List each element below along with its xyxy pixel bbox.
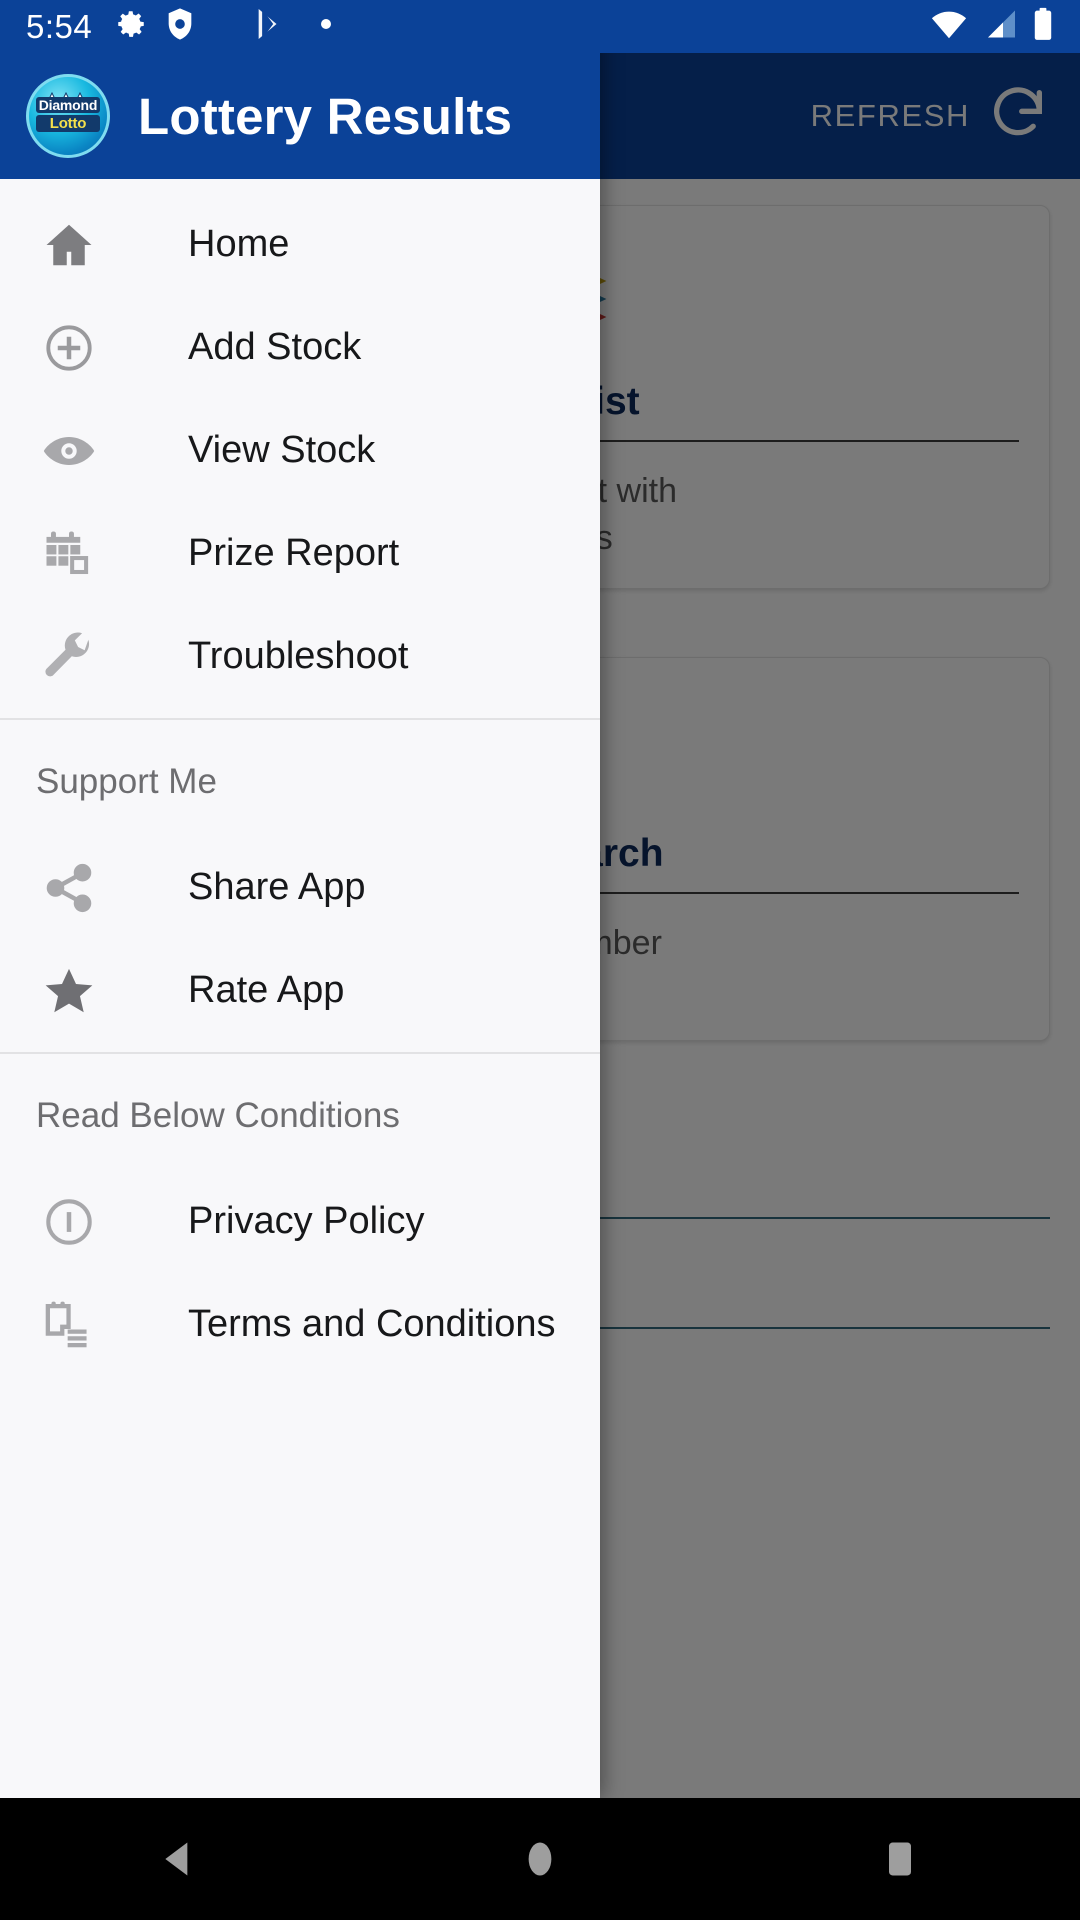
sidebar-item-privacy-policy[interactable]: Privacy Policy	[0, 1170, 600, 1273]
calendar-grid-icon	[36, 527, 102, 581]
app-logo-icon: Diamond Lotto	[26, 74, 110, 158]
sidebar-item-label: Home	[188, 223, 290, 265]
sidebar-item-label: View Stock	[188, 429, 376, 471]
sidebar-item-troubleshoot[interactable]: Troubleshoot	[0, 605, 600, 708]
sidebar-item-rate-app[interactable]: Rate App	[0, 939, 600, 1042]
status-system-icons	[930, 7, 1054, 46]
sidebar-item-prize-report[interactable]: Prize Report	[0, 502, 600, 605]
status-notification-icons	[114, 7, 333, 46]
section-header-support: Support Me	[36, 762, 217, 801]
sidebar-item-view-stock[interactable]: View Stock	[0, 399, 600, 502]
sidebar-item-add-stock[interactable]: Add Stock	[0, 296, 600, 399]
drawer-menu: Home Add Stock View Stock Prize Report T…	[0, 179, 600, 1798]
wifi-icon	[930, 8, 968, 45]
back-button[interactable]	[90, 1798, 270, 1920]
battery-icon	[1032, 7, 1054, 46]
star-icon	[36, 963, 102, 1019]
info-circle-icon	[36, 1195, 102, 1249]
shield-icon	[165, 7, 195, 46]
share-icon	[36, 861, 102, 915]
sidebar-item-label: Prize Report	[188, 532, 400, 574]
sidebar-item-label: Rate App	[188, 969, 345, 1011]
status-time: 5:54	[26, 8, 93, 45]
sidebar-item-label: Troubleshoot	[188, 635, 409, 677]
logo-line-one: Diamond	[35, 96, 101, 113]
sidebar-item-share-app[interactable]: Share App	[0, 836, 600, 939]
section-header-conditions: Read Below Conditions	[36, 1096, 400, 1135]
sidebar-item-label: Terms and Conditions	[188, 1303, 556, 1345]
cellular-signal-icon	[982, 8, 1018, 45]
status-bar: 5:54	[0, 0, 1080, 53]
logo-line-two: Lotto	[35, 114, 101, 132]
clipboard-list-icon	[36, 1298, 102, 1352]
eye-icon	[36, 423, 102, 479]
home-button[interactable]	[450, 1798, 630, 1920]
sidebar-item-home[interactable]: Home	[0, 193, 600, 296]
sidebar-item-label: Add Stock	[188, 326, 362, 368]
dot-icon	[319, 17, 333, 36]
recents-button[interactable]	[810, 1798, 990, 1920]
sidebar-item-label: Privacy Policy	[188, 1200, 425, 1242]
navigation-drawer: Diamond Lotto Lottery Results Home Add S…	[0, 0, 600, 1798]
play-store-icon	[254, 7, 286, 46]
home-icon	[36, 218, 102, 272]
plus-circle-icon	[36, 321, 102, 375]
sidebar-item-label: Share App	[188, 866, 366, 908]
android-nav-bar	[0, 1798, 1080, 1920]
wrench-icon	[36, 629, 102, 685]
sidebar-item-terms-conditions[interactable]: Terms and Conditions	[0, 1273, 600, 1376]
gear-icon	[114, 7, 148, 46]
phone-screen: REFRESH Result List See result list with…	[0, 0, 1080, 1920]
page-title: Lottery Results	[138, 87, 513, 145]
